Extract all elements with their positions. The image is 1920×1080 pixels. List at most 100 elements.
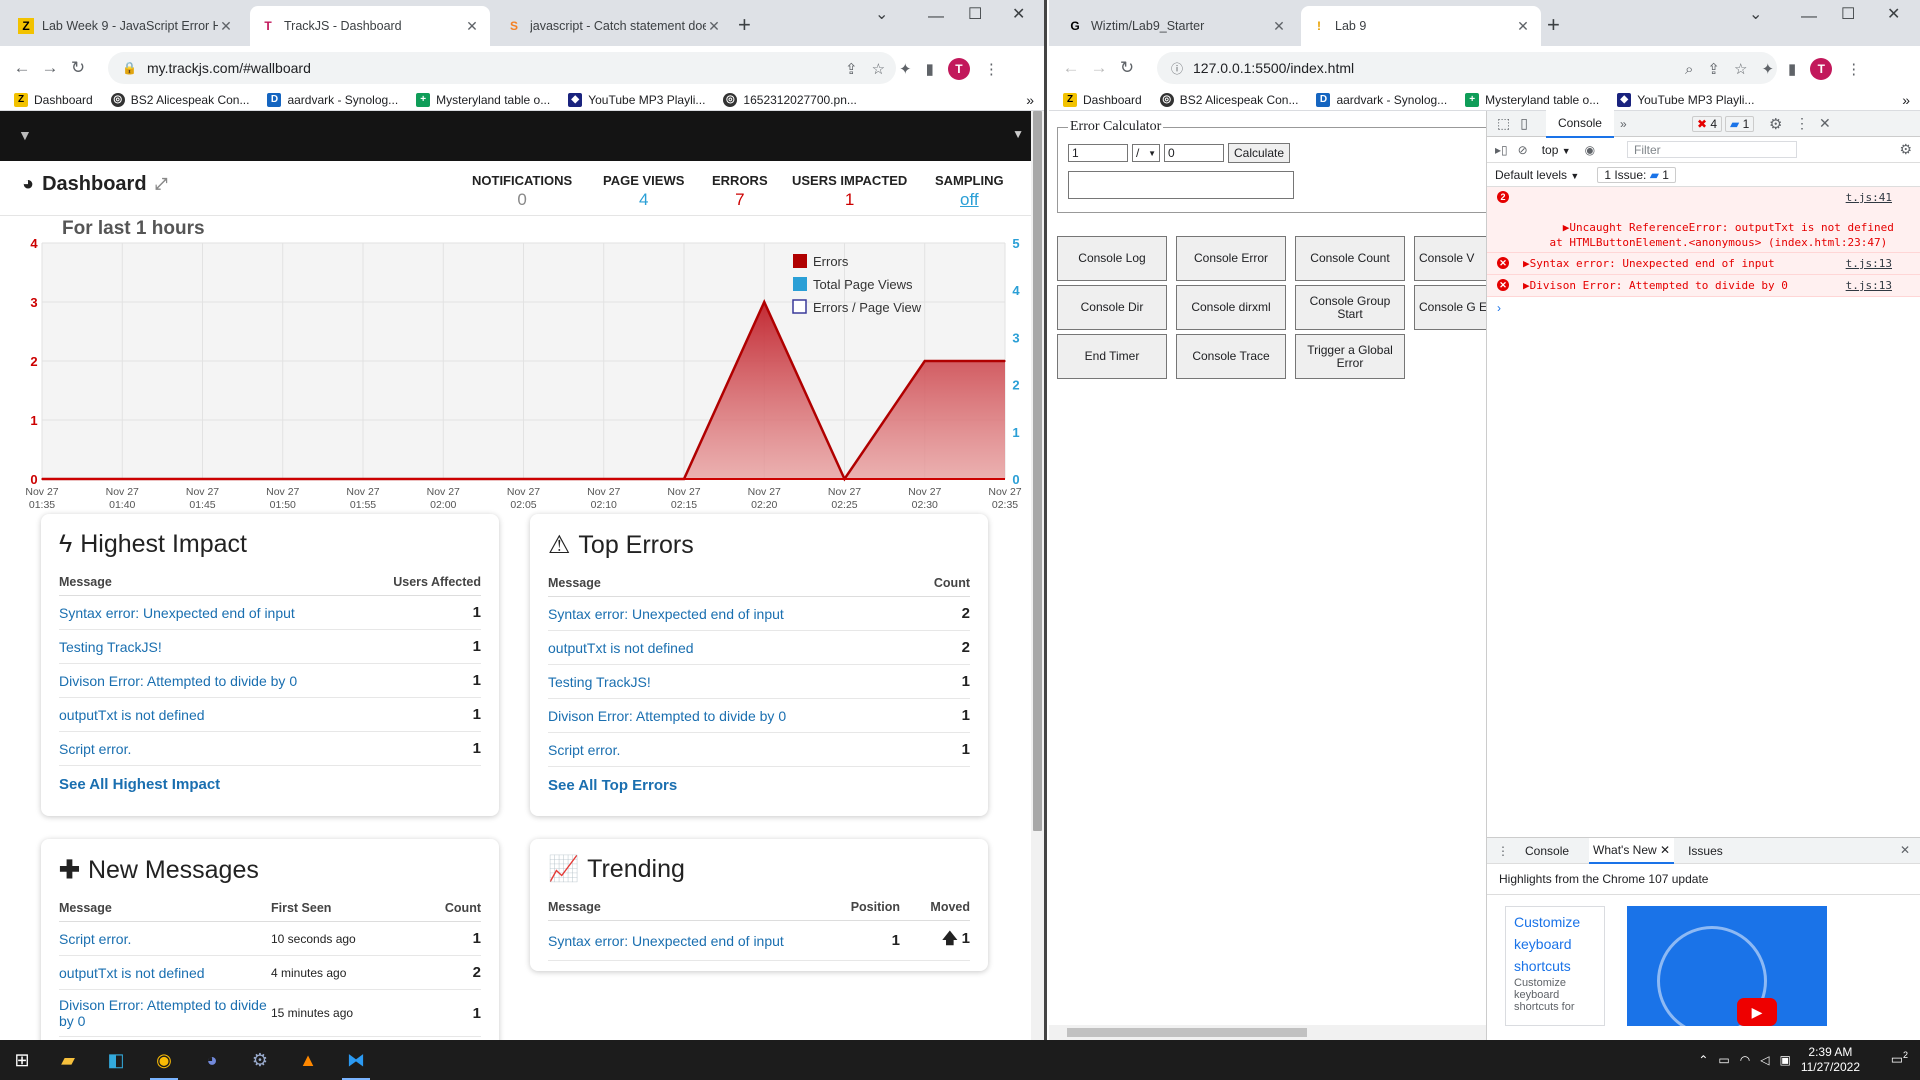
error-link[interactable]: outputTxt is not defined	[59, 707, 205, 723]
bookmark-item[interactable]: + Mysteryland table o...	[1465, 93, 1599, 107]
table-row[interactable]: Testing TrackJS! 1	[548, 664, 970, 699]
address-bar[interactable]: ⓘ 127.0.0.1:5500/index.html	[1157, 52, 1777, 84]
error-link[interactable]: Divison Error: Attempted to divide by 0	[548, 708, 786, 724]
stat-value[interactable]: off	[935, 190, 1004, 210]
sidebar-toggle-icon[interactable]: ▸▯	[1495, 143, 1508, 157]
stat-sampling[interactable]: SAMPLING off	[935, 173, 1004, 210]
new-tab-icon[interactable]: +	[1547, 12, 1560, 38]
drawer-tab-whats-new[interactable]: What's New ✕	[1589, 837, 1675, 864]
error-link[interactable]: Script error.	[548, 742, 620, 758]
error-link[interactable]: outputTxt is not defined	[548, 640, 694, 656]
table-row[interactable]: Divison Error: Attempted to divide by 0 1	[59, 663, 481, 698]
gear-icon[interactable]: ⚙	[1769, 115, 1782, 133]
source-link[interactable]: t.js:41	[1846, 190, 1892, 205]
see-all-top-errors-link[interactable]: See All Top Errors	[548, 777, 970, 794]
avatar[interactable]: T	[1810, 58, 1833, 80]
vscode-icon[interactable]: ⧓	[332, 1040, 380, 1080]
scrollbar-thumb[interactable]	[1067, 1028, 1307, 1037]
close-window-icon[interactable]: ✕	[1012, 4, 1025, 24]
console-log-button[interactable]: Console Log	[1057, 236, 1167, 281]
windows-start-icon[interactable]: ⊞	[0, 1040, 44, 1080]
reload-icon[interactable]: ↻	[64, 58, 92, 78]
console-group-end-button[interactable]: Console G End	[1414, 285, 1486, 330]
sidepanel-icon[interactable]: ▮	[1788, 60, 1796, 78]
calculate-button[interactable]: Calculate	[1228, 143, 1290, 163]
table-row[interactable]: Divison Error: Attempted to divide by 01…	[59, 989, 481, 1037]
eye-icon[interactable]: ◉	[1585, 143, 1595, 157]
maximize-icon[interactable]: ☐	[968, 4, 982, 24]
promo-link[interactable]: shortcuts	[1514, 955, 1596, 977]
chrome-icon[interactable]: ◉	[140, 1040, 188, 1080]
close-icon[interactable]: ✕	[1271, 18, 1287, 35]
table-row[interactable]: Script error. 10 seconds ago 1	[59, 921, 481, 956]
info-icon[interactable]: ⓘ	[1171, 60, 1183, 77]
source-link[interactable]: t.js:13	[1846, 256, 1892, 271]
console-error-message[interactable]: 2 ▶Uncaught ReferenceError: outputTxt is…	[1487, 187, 1920, 264]
more-tabs-icon[interactable]: »	[1620, 117, 1627, 131]
minimize-icon[interactable]: —	[1801, 8, 1817, 26]
close-icon[interactable]: ✕	[1819, 115, 1831, 132]
menu-icon[interactable]: ⋮	[1846, 60, 1861, 78]
error-link[interactable]: Script error.	[59, 741, 131, 757]
tab-github[interactable]: G Wiztim/Lab9_Starter ✕	[1057, 6, 1297, 46]
clock[interactable]: 2:39 AM 11/27/2022	[1801, 1045, 1860, 1075]
close-icon[interactable]: ✕	[218, 18, 234, 35]
issues-button[interactable]: 1 Issue: ▰ 1	[1597, 166, 1676, 183]
volume-icon[interactable]: ◁	[1760, 1053, 1769, 1067]
bookmark-item[interactable]: Z Dashboard	[1063, 93, 1142, 107]
scrollbar-thumb[interactable]	[1033, 111, 1042, 831]
bookmark-item[interactable]: Daardvark - Synolog...	[1316, 93, 1447, 107]
wifi-icon[interactable]: ◠	[1740, 1053, 1750, 1067]
error-link[interactable]: Testing TrackJS!	[548, 674, 651, 690]
error-link[interactable]: Syntax error: Unexpected end of input	[548, 606, 784, 622]
bookmark-item[interactable]: Z Dashboard	[14, 93, 93, 107]
clear-icon[interactable]: ⊘	[1518, 143, 1528, 157]
table-row[interactable]: Script error. 1	[548, 732, 970, 767]
filter-icon[interactable]: ▼	[18, 127, 32, 143]
star-icon[interactable]: ☆	[872, 60, 885, 78]
first-number-input[interactable]: 1	[1068, 144, 1128, 162]
error-link[interactable]: outputTxt is not defined	[59, 965, 205, 981]
end-timer-button[interactable]: End Timer	[1057, 334, 1167, 379]
bookmark-item[interactable]: ◆ YouTube MP3 Playli...	[1617, 93, 1754, 107]
steam-icon[interactable]: ⚙	[236, 1040, 284, 1080]
zoom-icon[interactable]: ⌕	[1685, 61, 1693, 78]
battery-icon[interactable]: ▭	[1718, 1053, 1729, 1067]
context-select[interactable]: top ▼	[1542, 143, 1571, 157]
see-all-highest-impact-link[interactable]: See All Highest Impact	[59, 776, 481, 793]
error-link[interactable]: Syntax error: Unexpected end of input	[59, 605, 295, 621]
page-scrollbar[interactable]	[1031, 111, 1044, 1040]
console-error-message[interactable]: ✕ ▶Divison Error: Attempted to divide by…	[1487, 275, 1920, 297]
bookmark-item[interactable]: ◎ 1652312027700.pn...	[723, 93, 857, 107]
promo-link[interactable]: keyboard	[1514, 933, 1596, 955]
bookmark-item[interactable]: ◎ BS2 Alicespeak Con...	[110, 93, 249, 107]
stat-errors[interactable]: ERRORS 7	[712, 173, 768, 210]
console-warn-button[interactable]: Console V	[1414, 236, 1486, 281]
operator-select[interactable]: / ▼	[1132, 144, 1160, 162]
console-error-message[interactable]: ✕ ▶Syntax error: Unexpected end of input…	[1487, 253, 1920, 275]
error-link[interactable]: Divison Error: Attempted to divide by 0	[59, 673, 297, 689]
horizontal-scrollbar[interactable]	[1049, 1025, 1486, 1040]
file-explorer-icon[interactable]: ▰	[44, 1040, 92, 1080]
error-link[interactable]: Script error.	[59, 931, 131, 947]
table-row[interactable]: outputTxt is not defined 4 minutes ago 2	[59, 955, 481, 990]
table-row[interactable]: Divison Error: Attempted to divide by 0 1	[548, 698, 970, 733]
back-icon[interactable]: ←	[1057, 58, 1085, 78]
console-trace-button[interactable]: Console Trace	[1176, 334, 1286, 379]
menu-icon[interactable]: ⋮	[984, 60, 999, 78]
chevron-down-icon[interactable]: ⌄	[875, 4, 888, 24]
table-row[interactable]: Syntax error: Unexpected end of input 2	[548, 596, 970, 631]
chevron-down-icon[interactable]: ⌄	[1749, 4, 1762, 24]
bookmarks-more-icon[interactable]: »	[1026, 92, 1034, 108]
forward-icon[interactable]: →	[1085, 58, 1113, 78]
error-link[interactable]: Syntax error: Unexpected end of input	[548, 933, 784, 949]
console-group-start-button[interactable]: Console Group Start	[1295, 285, 1405, 330]
console-settings-icon[interactable]: ⚙	[1899, 141, 1912, 158]
chevron-down-icon[interactable]: ▼	[1012, 127, 1024, 141]
console-dirxml-button[interactable]: Console dirxml	[1176, 285, 1286, 330]
info-counter[interactable]: ▰ 1	[1725, 116, 1755, 132]
action-center-icon[interactable]: ▭2	[1891, 1050, 1908, 1067]
table-row[interactable]: Testing TrackJS! 1	[59, 629, 481, 664]
new-tab-icon[interactable]: +	[738, 12, 751, 38]
bookmarks-more-icon[interactable]: »	[1902, 92, 1910, 108]
